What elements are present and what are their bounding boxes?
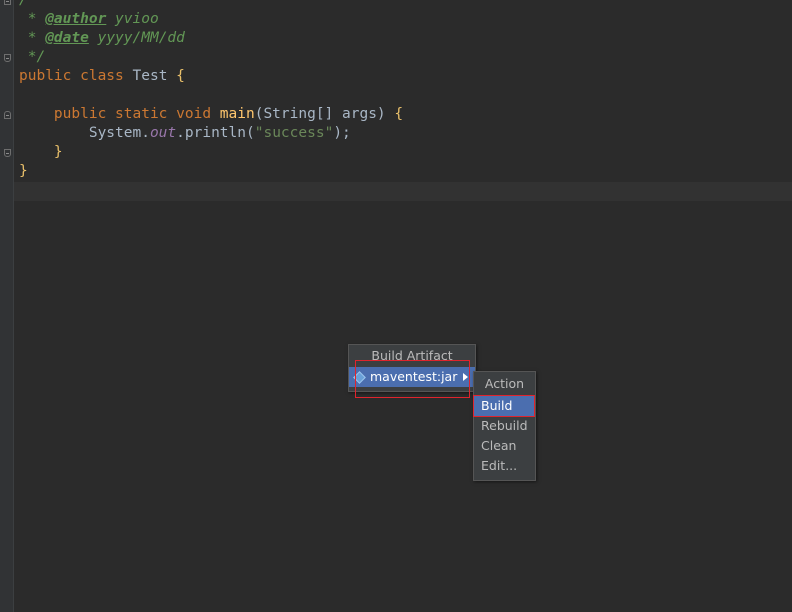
code-line: System.out.println("success"); [19,124,351,143]
editor-gutter [0,0,14,612]
comment-text: * [19,11,46,27]
method-call: .println( [176,125,255,141]
method-name: main [219,106,255,122]
code-line: * @author yvioo [19,10,159,29]
annotation-box-artifact [355,360,470,398]
code-line: public static void main(String[] args) { [19,105,403,124]
action-edit[interactable]: Edit... [474,456,535,476]
comment-text: * [19,30,46,46]
current-line-highlight [14,182,792,201]
action-clean[interactable]: Clean [474,436,535,456]
annotation-box-build [473,395,535,417]
call-end: ); [333,125,351,141]
javadoc-tag: @date [45,30,89,46]
code-line: } [19,143,63,162]
fold-collapse-icon[interactable] [4,0,11,5]
static-field: out [149,125,177,141]
popup-title: Action [484,376,525,391]
action-popup: Action Build Rebuild Clean Edit... [473,371,536,481]
keyword: public class [19,68,133,84]
javadoc-tag: @author [45,11,107,27]
fold-collapse-icon[interactable] [4,111,11,119]
brace: } [53,144,63,160]
action-rebuild[interactable]: Rebuild [474,416,535,436]
fold-collapse-icon[interactable] [4,54,11,62]
fold-collapse-icon[interactable] [4,149,11,157]
code-line: public class Test { [19,67,185,86]
code-line: /** [19,0,46,8]
comment-text: yyyy/MM/dd [88,30,185,46]
brace: { [176,68,185,84]
comment-text: yvioo [106,11,159,27]
class-name: Test [132,68,177,84]
brace: { [394,106,404,122]
code-line: */ [19,49,46,65]
params: (String[] args) [254,106,395,122]
code-line: * @date yyyy/MM/dd [19,29,185,48]
code-line: } [19,163,28,179]
string-literal: "success" [254,125,334,141]
keyword: public static void [53,106,220,122]
class-ref: System. [88,125,150,141]
